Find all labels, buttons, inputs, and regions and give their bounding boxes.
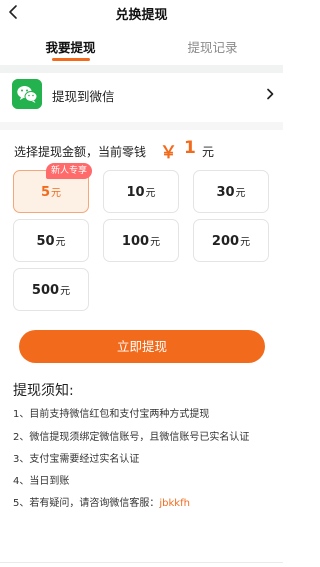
- amount-option-50[interactable]: 50元: [13, 219, 89, 262]
- section-divider: [0, 65, 283, 73]
- tab-bar: 我要提现 提现记录: [0, 28, 283, 64]
- wechat-icon: [12, 79, 42, 109]
- amount-option-value: 50元: [36, 234, 66, 249]
- notice-item: 3、支付宝需要经过实名认证: [13, 454, 140, 465]
- notice-item: 2、微信提现须绑定微信账号，且微信账号已实名认证: [13, 432, 250, 443]
- top-bar: 兑换提现: [0, 0, 283, 26]
- customer-service-id[interactable]: jbkkfh: [159, 498, 190, 509]
- page-title: 兑换提现: [115, 8, 168, 23]
- new-user-badge: 新人专享: [46, 163, 92, 179]
- active-tab-indicator: [52, 58, 90, 61]
- amount-option-value: 5元: [40, 185, 62, 200]
- balance-value: 1: [184, 138, 196, 158]
- amount-option-100[interactable]: 100元: [103, 219, 179, 262]
- bottom-divider: [0, 562, 283, 563]
- notice-item: 4、当日到账: [13, 476, 70, 487]
- notice-item: 1、目前支持微信红包和支付宝两种方式提现: [13, 409, 210, 420]
- currency-symbol: ￥: [160, 143, 177, 163]
- amount-option-30[interactable]: 30元: [193, 170, 269, 213]
- amount-option-value: 100元: [121, 234, 161, 249]
- section-divider: [0, 122, 283, 130]
- withdraw-method-row[interactable]: 提现到微信: [0, 76, 283, 116]
- amount-option-value: 30元: [216, 185, 246, 200]
- amount-label: 选择提现金额，当前零钱: [14, 145, 147, 159]
- withdraw-now-button[interactable]: 立即提现: [19, 330, 265, 363]
- withdraw-method-label: 提现到微信: [52, 89, 115, 104]
- amount-option-200[interactable]: 200元: [193, 219, 269, 262]
- notice-title: 提现须知:: [13, 383, 74, 399]
- notice-item: 5、若有疑问，请咨询微信客服：jbkkfh: [13, 498, 190, 509]
- amount-option-500[interactable]: 500元: [13, 268, 89, 311]
- tab-withdraw-records[interactable]: 提现记录: [142, 37, 283, 56]
- balance-unit: 元: [202, 145, 215, 159]
- amount-header: 选择提现金额，当前零钱 ￥ 1 元: [14, 138, 274, 163]
- amount-option-value: 500元: [31, 283, 71, 298]
- amount-option-5[interactable]: 新人专享 5元: [13, 163, 92, 213]
- chevron-right-icon: [267, 88, 274, 100]
- amount-option-value: 10元: [126, 185, 156, 200]
- amount-option-10[interactable]: 10元: [103, 170, 179, 213]
- tab-withdraw[interactable]: 我要提现: [0, 37, 141, 56]
- amount-option-value: 200元: [211, 234, 251, 249]
